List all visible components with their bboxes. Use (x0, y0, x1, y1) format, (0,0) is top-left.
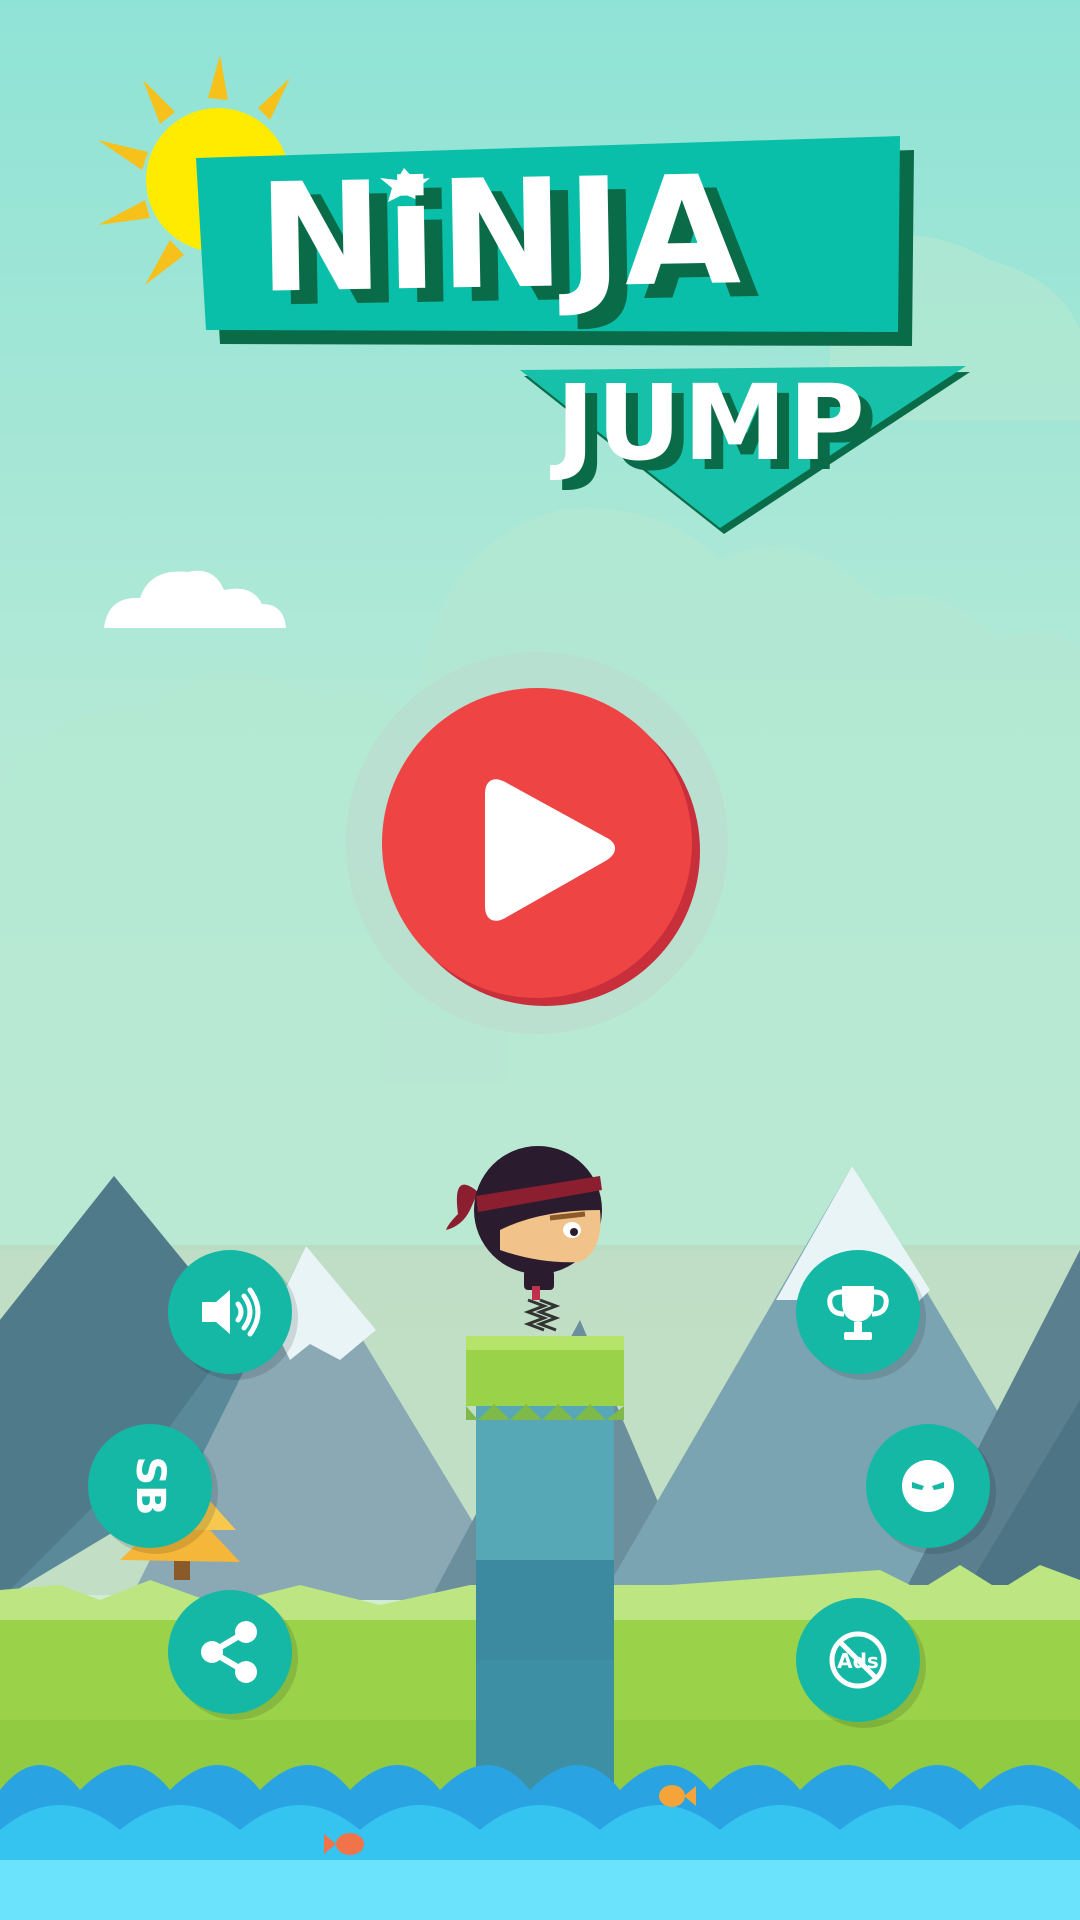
trophy-icon (827, 1286, 889, 1340)
ninja-face-icon (902, 1460, 954, 1512)
more-games-button[interactable]: SB (88, 1424, 212, 1548)
sb-logo-icon: SB (127, 1456, 173, 1515)
sound-button[interactable] (168, 1250, 292, 1374)
sb-logo-text: SB (127, 1456, 173, 1515)
pillar-platform (466, 1336, 624, 1820)
speaker-icon (202, 1287, 261, 1337)
remove-ads-button[interactable]: Ads (796, 1598, 920, 1722)
water (0, 1765, 1080, 1920)
share-button[interactable] (168, 1590, 292, 1714)
share-icon (201, 1621, 257, 1683)
no-ads-icon: Ads (829, 1631, 887, 1689)
game-title-jump: JUMP (556, 362, 867, 484)
game-title-ninja: NiNJA (256, 144, 744, 327)
play-button[interactable] (382, 688, 692, 998)
characters-button[interactable] (866, 1424, 990, 1548)
play-icon (485, 779, 615, 921)
leaderboard-button[interactable] (796, 1250, 920, 1374)
